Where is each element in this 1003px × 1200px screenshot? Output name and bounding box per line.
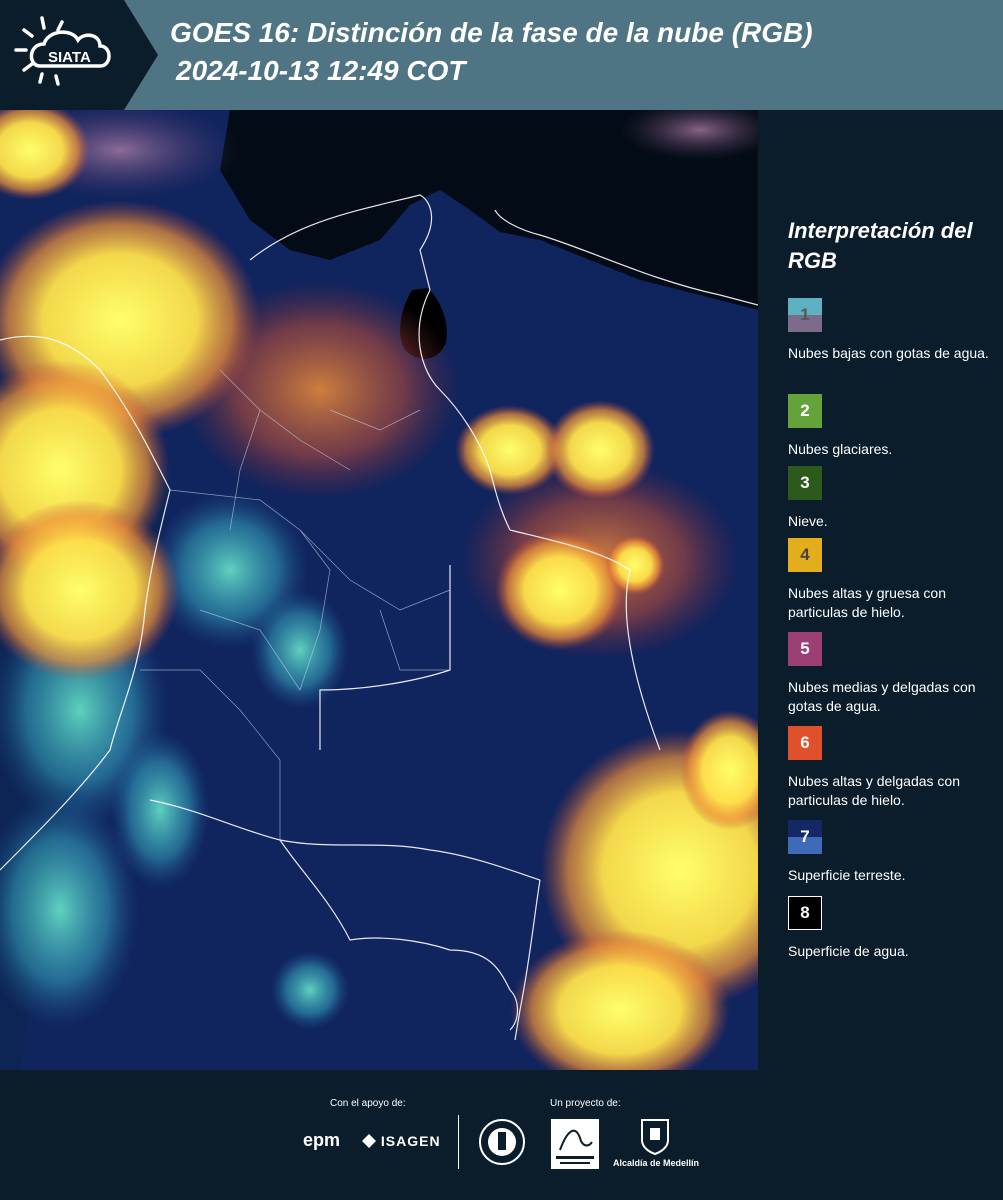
- legend-label-7: Superficie terreste.: [788, 867, 906, 883]
- siata-logo: SIATA: [0, 0, 160, 110]
- university-seal-icon: [478, 1118, 526, 1166]
- project-label: Un proyecto de:: [550, 1098, 621, 1109]
- isagen-logo: ISAGEN: [362, 1133, 441, 1149]
- isagen-icon: [362, 1134, 376, 1148]
- legend-label-8: Superficie de agua.: [788, 943, 909, 959]
- legend-label-2: Nubes glaciares.: [788, 441, 893, 457]
- legend-label-1: Nubes bajas con gotas de agua.: [788, 345, 989, 361]
- legend-label-5: Nubes medias y delgadas con gotas de agu…: [788, 679, 976, 714]
- legend-swatch-2: 2: [788, 394, 822, 428]
- legend-item-6: 6 Nubes altas y delgadas con particulas …: [788, 726, 998, 810]
- legend-swatch-6: 6: [788, 726, 822, 760]
- page-title: GOES 16: Distinción de la fase de la nub…: [170, 17, 813, 48]
- legend-item-1: 1 Nubes bajas con gotas de agua.: [788, 298, 998, 363]
- legend-item-4: 4 Nubes altas y gruesa con particulas de…: [788, 538, 998, 622]
- medellin-logo-label: Alcaldía de Medellín: [613, 1158, 700, 1168]
- satellite-image: [0, 110, 758, 1070]
- legend-item-3: 3 Nieve.: [788, 466, 998, 531]
- svg-text:SIATA: SIATA: [48, 49, 91, 66]
- legend-swatch-4: 4: [788, 538, 822, 572]
- footer-divider: [458, 1115, 459, 1169]
- legend-item-5: 5 Nubes medias y delgadas con gotas de a…: [788, 632, 998, 716]
- medellin-crest-icon: [640, 1118, 670, 1156]
- header-bar: SIATA GOES 16: Distinción de la fase de …: [0, 0, 1003, 110]
- legend-swatch-3: 3: [788, 466, 822, 500]
- support-label: Con el apoyo de:: [330, 1098, 406, 1109]
- legend-item-7: 7 Superficie terreste.: [788, 820, 998, 885]
- legend-swatch-1: 1: [788, 298, 822, 332]
- timestamp-label: 2024-10-13 12:49 COT: [176, 55, 466, 86]
- epm-logo: epm: [303, 1130, 341, 1150]
- legend-item-8: 8 Superficie de agua.: [788, 896, 998, 961]
- legend-title: Interpretación del RGB: [788, 218, 973, 273]
- legend-label-3: Nieve.: [788, 513, 828, 529]
- legend-swatch-5: 5: [788, 632, 822, 666]
- area-metropolitana-logo: [550, 1118, 600, 1170]
- legend-item-2: 2 Nubes glaciares.: [788, 394, 998, 459]
- footer: Con el apoyo de: Un proyecto de: epm ISA…: [0, 1070, 1003, 1200]
- legend-swatch-8: 8: [788, 896, 822, 930]
- legend-label-4: Nubes altas y gruesa con particulas de h…: [788, 585, 946, 620]
- legend-panel: Interpretación del RGB 1 Nubes bajas con…: [762, 110, 1003, 1070]
- legend-swatch-7: 7: [788, 820, 822, 854]
- legend-label-6: Nubes altas y delgadas con particulas de…: [788, 773, 960, 808]
